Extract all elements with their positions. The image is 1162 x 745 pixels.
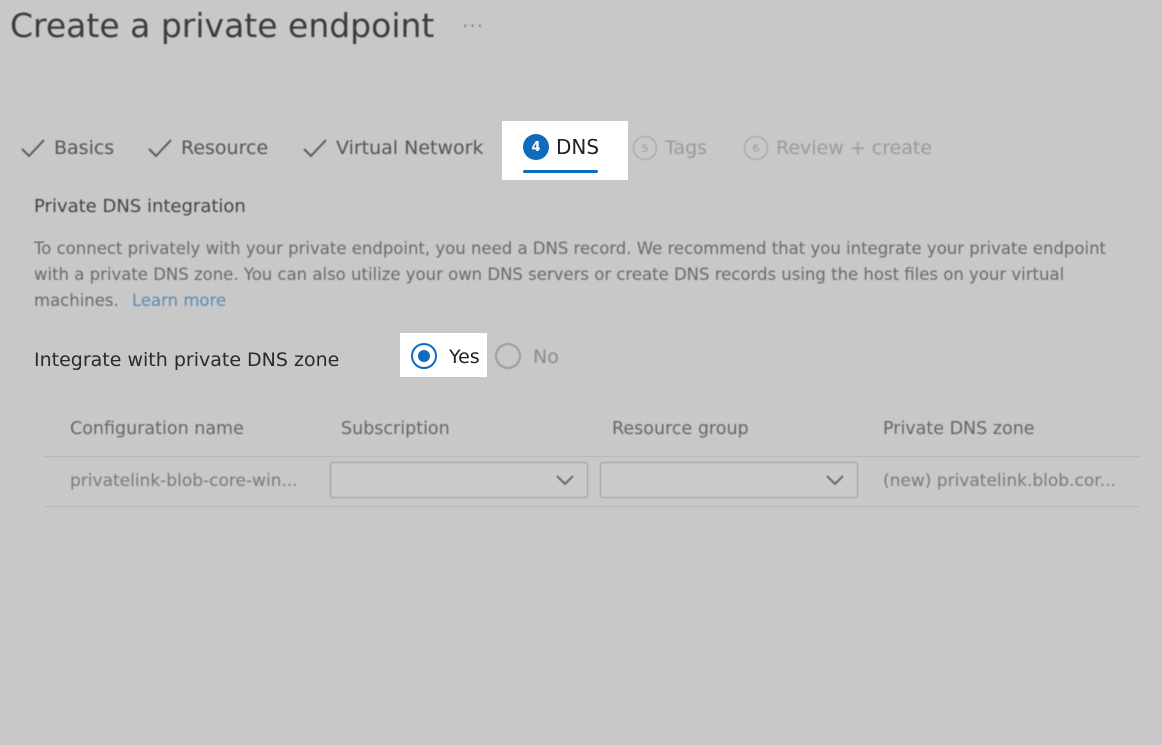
integrate-dns-label: Integrate with private DNS zone [34, 349, 340, 371]
subscription-dropdown[interactable] [330, 462, 588, 498]
column-header-subscription: Subscription [341, 419, 450, 439]
radio-yes-label[interactable]: Yes [449, 346, 480, 368]
radio-yes[interactable] [411, 343, 437, 369]
step-label: DNS [556, 135, 600, 159]
chevron-down-icon [556, 475, 574, 486]
row-divider-bottom [44, 506, 1140, 507]
step-tags[interactable]: 5 Tags [633, 133, 707, 163]
active-tab-underline [523, 170, 598, 173]
step-label: Resource [181, 137, 269, 159]
learn-more-link[interactable]: Learn more [132, 291, 226, 310]
page-title: Create a private endpoint [10, 6, 435, 45]
more-options-button[interactable]: ··· [462, 14, 484, 38]
resource-group-dropdown[interactable] [600, 462, 858, 498]
column-header-private-dns-zone: Private DNS zone [883, 419, 1035, 439]
step-label: Basics [54, 137, 115, 159]
checkmark-icon [303, 139, 327, 158]
radio-no-label[interactable]: No [533, 346, 559, 368]
column-header-configuration-name: Configuration name [70, 419, 244, 439]
private-dns-zone-cell: (new) privatelink.blob.cor... [883, 471, 1116, 491]
radio-no[interactable] [495, 343, 521, 369]
configuration-name-cell: privatelink-blob-core-win... [70, 471, 298, 491]
step-review-create[interactable]: 6 Review + create [744, 133, 932, 163]
row-divider-top [44, 456, 1140, 457]
step-dns[interactable]: 4 DNS [523, 134, 599, 160]
step-resource[interactable]: Resource [147, 133, 268, 163]
section-description: To connect privately with your private e… [34, 236, 1134, 314]
step-label: Review + create [776, 137, 933, 159]
checkmark-icon [21, 139, 45, 158]
checkmark-icon [148, 139, 172, 158]
section-title: Private DNS integration [34, 196, 246, 217]
step-basics[interactable]: Basics [20, 133, 114, 163]
step-number-badge: 4 [523, 134, 549, 160]
step-label: Virtual Network [336, 137, 484, 159]
step-label: Tags [665, 137, 708, 159]
step-virtual-network[interactable]: Virtual Network [302, 133, 483, 163]
step-number-circle: 5 [633, 136, 657, 160]
step-number-circle: 6 [744, 136, 768, 160]
column-header-resource-group: Resource group [612, 419, 749, 439]
chevron-down-icon [826, 475, 844, 486]
